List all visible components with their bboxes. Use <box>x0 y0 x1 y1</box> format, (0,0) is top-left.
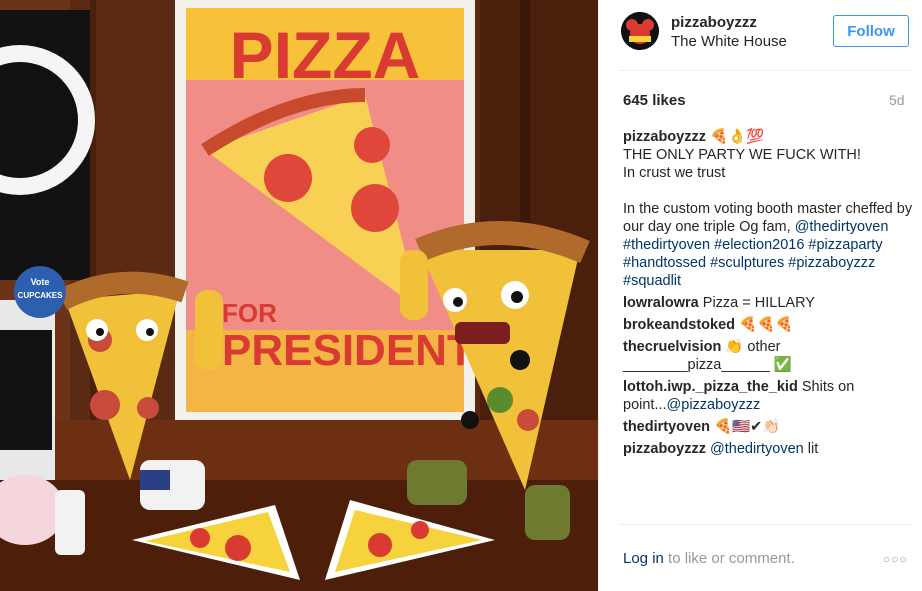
comment-item: pizzaboyzzz @thedirtyoven lit <box>623 440 915 458</box>
more-options-icon[interactable]: ○○○ <box>883 552 908 566</box>
button-text-vote: Vote <box>31 277 50 287</box>
comment-mention[interactable]: @pizzaboyzzz <box>667 397 761 413</box>
caption: pizzaboyzzz 🍕👌💯 THE ONLY PARTY WE FUCK W… <box>623 128 915 290</box>
comment-text: 🍕🇺🇸✔👏🏻 <box>714 419 781 435</box>
comment-item: thedirtyoven 🍕🇺🇸✔👏🏻 <box>623 418 915 436</box>
post-header: pizzaboyzzz The White House Follow <box>619 12 911 58</box>
comment-username[interactable]: thedirtyoven <box>623 419 710 435</box>
comments-list: pizzaboyzzz 🍕👌💯 THE ONLY PARTY WE FUCK W… <box>623 128 915 462</box>
location-link[interactable]: The White House <box>671 33 787 50</box>
comment-username[interactable]: thecruelvision <box>623 339 721 355</box>
comment-text: lit <box>807 441 819 457</box>
caption-hashtags[interactable]: #thedirtyoven #election2016 #pizzaparty … <box>623 237 883 289</box>
caption-line-1: THE ONLY PARTY WE FUCK WITH! <box>623 147 861 163</box>
header-divider <box>619 70 911 71</box>
footer-divider <box>619 524 911 525</box>
comment-item: thecruelvision 👏 other ________pizza____… <box>623 338 915 374</box>
poster-title: PIZZA <box>230 18 421 92</box>
caption-emoji: 🍕👌💯 <box>710 129 765 145</box>
comment-text: 🍕🍕🍕 <box>739 317 794 333</box>
button-text-cupcakes: CUPCAKES <box>18 291 64 300</box>
caption-line-2: In crust we trust <box>623 165 726 181</box>
login-link[interactable]: Log in <box>623 550 664 567</box>
comment-text: Pizza = HILLARY <box>702 295 815 311</box>
avatar[interactable] <box>621 12 659 50</box>
follow-button[interactable]: Follow <box>833 15 909 47</box>
comment-mention[interactable]: @thedirtyoven <box>710 441 804 457</box>
comment-item: brokeandstoked 🍕🍕🍕 <box>623 316 915 334</box>
login-prompt: Log in to like or comment. <box>623 550 795 567</box>
likes-count[interactable]: 645 likes <box>623 92 686 109</box>
comment-username[interactable]: lottoh.iwp._pizza_the_kid <box>623 379 798 395</box>
comment-item: lottoh.iwp._pizza_the_kid Shits on point… <box>623 378 915 414</box>
username-link[interactable]: pizzaboyzzz <box>671 14 757 31</box>
login-rest: to like or comment. <box>663 550 795 567</box>
post-age[interactable]: 5d <box>889 92 905 108</box>
photo-illustration: PIZZA FOR PRESIDENT Vote CUPCAKES <box>0 0 598 591</box>
post-panel: pizzaboyzzz The White House Follow 645 l… <box>598 0 922 591</box>
avatar-logo-icon <box>621 12 659 50</box>
comment-item: lowralowra Pizza = HILLARY <box>623 294 915 312</box>
caption-username[interactable]: pizzaboyzzz <box>623 129 706 145</box>
poster-for: FOR <box>222 298 277 328</box>
caption-mention[interactable]: @thedirtyoven <box>795 219 889 235</box>
comment-username[interactable]: pizzaboyzzz <box>623 441 706 457</box>
comment-username[interactable]: brokeandstoked <box>623 317 735 333</box>
post-photo[interactable]: PIZZA FOR PRESIDENT Vote CUPCAKES <box>0 0 598 591</box>
comment-username[interactable]: lowralowra <box>623 295 699 311</box>
poster-president: PRESIDENT <box>222 326 474 375</box>
